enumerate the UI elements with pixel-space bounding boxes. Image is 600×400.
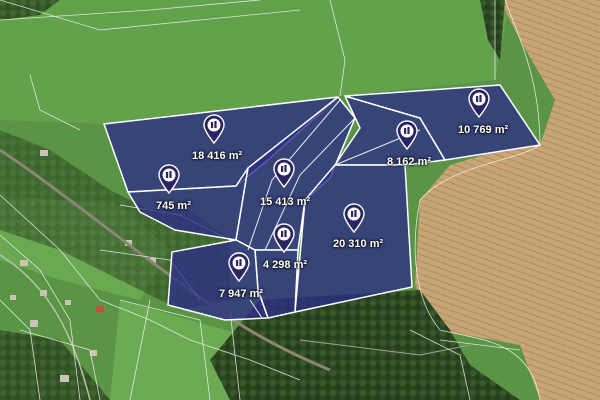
parcel-area-label: 7 947 m² [219,288,264,300]
building-pin-icon[interactable] [396,120,418,150]
building-pin-icon[interactable] [203,114,225,144]
building-pin-icon[interactable] [158,164,180,194]
building-pin-icon[interactable] [468,88,490,118]
parcel-8 [167,239,269,321]
building-pin-icon[interactable] [273,158,295,188]
map-view[interactable]: 18 416 m² 745 m² 15 413 m² 8 162 m² 10 7… [0,0,600,400]
building-pin-icon[interactable] [273,223,295,253]
parcel-area-label: 4 298 m² [263,259,308,271]
parcel-area-label: 8 162 m² [387,156,432,168]
parcel-area-label: 18 416 m² [192,150,243,162]
parcel-area-label: 15 413 m² [260,196,311,208]
parcel-area-label: 745 m² [156,200,191,212]
parcel-area-label: 20 310 m² [333,238,384,250]
building-pin-icon[interactable] [228,252,250,282]
parcel-area-label: 10 769 m² [458,124,509,136]
building-pin-icon[interactable] [343,203,365,233]
